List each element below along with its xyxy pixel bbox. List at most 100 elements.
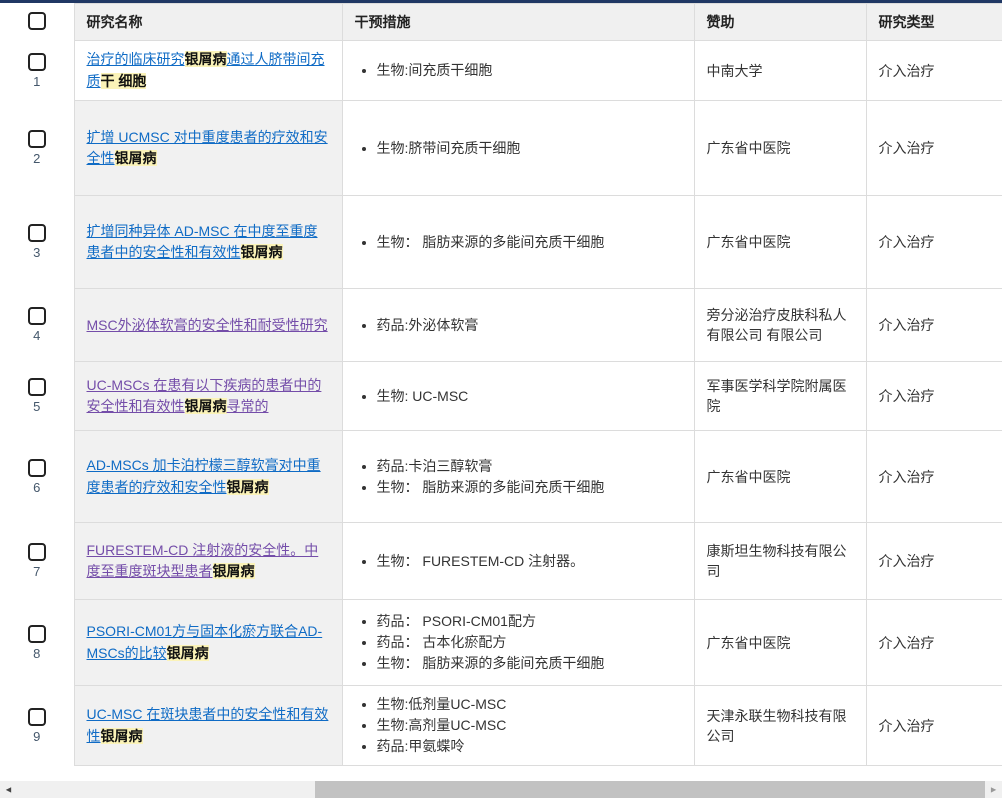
sponsor-cell: 康斯坦生物科技有限公司 <box>694 523 866 600</box>
intervention-list: 生物:脐带间充质干细胞 <box>355 138 682 159</box>
study-title-link[interactable]: 扩增同种异体 AD-MSC 在中度至重度患者中的安全性和有效性银屑病 <box>87 223 318 261</box>
table-row: 6AD-MSCs 加卡泊柠檬三醇软膏对中重度患者的疗效和安全性银屑病药品:卡泊三… <box>0 431 1002 523</box>
sponsor-cell: 天津永联生物科技有限公司 <box>694 686 866 766</box>
scrollbar-gap <box>0 766 1002 781</box>
title-text: 扩增同种异体 AD-MSC 在中度至重度患者中的安全性和有效性 <box>87 223 318 261</box>
study-title-link[interactable]: PSORI-CM01方与固本化瘀方联合AD-MSCs的比较银屑病 <box>87 623 323 661</box>
intervention-list: 生物： FURESTEM-CD 注射器。 <box>355 551 682 572</box>
search-term-highlight: 银屑病 <box>227 479 269 495</box>
row-checkbox[interactable] <box>28 224 46 242</box>
search-term-highlight: 银屑病 <box>241 244 283 260</box>
row-number: 8 <box>33 646 40 661</box>
intervention-item: 生物:脐带间充质干细胞 <box>377 138 682 159</box>
column-header-study-name: 研究名称 <box>74 4 342 41</box>
sponsor-cell: 广东省中医院 <box>694 600 866 686</box>
row-number: 6 <box>33 480 40 495</box>
table-body: 1治疗的临床研究银屑病通过人脐带间充质干 细胞生物:间充质干细胞中南大学介入治疗… <box>0 41 1002 766</box>
sponsor-cell: 广东省中医院 <box>694 196 866 289</box>
search-term-highlight: 银屑病 <box>101 728 143 744</box>
row-select-cell: 7 <box>0 523 74 600</box>
row-checkbox[interactable] <box>28 625 46 643</box>
sponsor-cell: 广东省中医院 <box>694 431 866 523</box>
study-title-link[interactable]: UC-MSC 在斑块患者中的安全性和有效性银屑病 <box>87 706 329 744</box>
column-header-interventions: 干预措施 <box>342 4 694 41</box>
intervention-list: 生物:间充质干细胞 <box>355 60 682 81</box>
study-name-cell: 治疗的临床研究银屑病通过人脐带间充质干 细胞 <box>74 41 342 101</box>
intervention-item: 药品： 古本化瘀配方 <box>377 632 682 653</box>
row-checkbox[interactable] <box>28 130 46 148</box>
study-type-cell: 介入治疗 <box>866 196 1002 289</box>
study-type-cell: 介入治疗 <box>866 600 1002 686</box>
table-row: 9 UC-MSC 在斑块患者中的安全性和有效性银屑病生物:低剂量UC-MSC生物:… <box>0 686 1002 766</box>
intervention-list: 药品： PSORI-CM01配方药品： 古本化瘀配方生物： 脂肪来源的多能间充质… <box>355 611 682 674</box>
scroll-left-arrow-icon[interactable]: ◄ <box>4 785 13 794</box>
intervention-list: 药品:外泌体软膏 <box>355 315 682 336</box>
study-name-cell: 扩增 UCMSC 对中重度患者的疗效和安全性银屑病 <box>74 101 342 196</box>
study-name-cell: 扩增同种异体 AD-MSC 在中度至重度患者中的安全性和有效性银屑病 <box>74 196 342 289</box>
row-checkbox[interactable] <box>28 459 46 477</box>
study-type-cell: 介入治疗 <box>866 523 1002 600</box>
intervention-list: 生物： 脂肪来源的多能间充质干细胞 <box>355 232 682 253</box>
sponsor-cell: 军事医学科学院附属医院 <box>694 362 866 431</box>
table-header: 研究名称 干预措施 赞助 研究类型 <box>0 4 1002 41</box>
row-select-cell: 9 <box>0 686 74 766</box>
table-row: 3 扩增同种异体 AD-MSC 在中度至重度患者中的安全性和有效性银屑病 生物： 脂… <box>0 196 1002 289</box>
row-number: 2 <box>33 151 40 166</box>
search-term-highlight: 银屑病 <box>213 563 255 579</box>
study-title-link[interactable]: UC-MSCs 在患有以下疾病的患者中的安全性和有效性银屑病寻常的 <box>87 377 322 415</box>
interventions-cell: 药品:卡泊三醇软膏生物： 脂肪来源的多能间充质干细胞 <box>342 431 694 523</box>
intervention-item: 药品:甲氨蝶呤 <box>377 736 682 757</box>
intervention-list: 药品:卡泊三醇软膏生物： 脂肪来源的多能间充质干细胞 <box>355 456 682 498</box>
interventions-cell: 生物： 脂肪来源的多能间充质干细胞 <box>342 196 694 289</box>
study-title-link[interactable]: FURESTEM-CD 注射液的安全性。中度至重度斑块型患者银屑病 <box>87 542 319 580</box>
row-checkbox[interactable] <box>28 53 46 71</box>
intervention-list: 生物: UC-MSC <box>355 386 682 407</box>
intervention-item: 生物: UC-MSC <box>377 386 682 407</box>
study-type-cell: 介入治疗 <box>866 101 1002 196</box>
search-term-highlight: 银屑病 <box>185 398 227 414</box>
study-title-link[interactable]: 扩增 UCMSC 对中重度患者的疗效和安全性银屑病 <box>87 129 328 167</box>
scrollbar-thumb[interactable] <box>315 781 985 798</box>
scroll-right-arrow-icon[interactable]: ► <box>989 785 998 794</box>
table-row: 8 PSORI-CM01方与固本化瘀方联合AD-MSCs的比较银屑病药品： PSO… <box>0 600 1002 686</box>
table-row: 4MSC外泌体软膏的安全性和耐受性研究药品:外泌体软膏旁分泌治疗皮肤科私人有限公… <box>0 289 1002 362</box>
title-text: FURESTEM-CD 注射液的安全性。中度至重度斑块型患者 <box>87 542 319 580</box>
search-term-highlight: 干 细胞 <box>101 73 147 89</box>
row-select-cell: 2 <box>0 101 74 196</box>
study-name-cell: AD-MSCs 加卡泊柠檬三醇软膏对中重度患者的疗效和安全性银屑病 <box>74 431 342 523</box>
interventions-cell: 药品： PSORI-CM01配方药品： 古本化瘀配方生物： 脂肪来源的多能间充质… <box>342 600 694 686</box>
table-row: 5UC-MSCs 在患有以下疾病的患者中的安全性和有效性银屑病寻常的生物: UC… <box>0 362 1002 431</box>
intervention-item: 生物:高剂量UC-MSC <box>377 715 682 736</box>
row-checkbox[interactable] <box>28 307 46 325</box>
row-select-cell: 6 <box>0 431 74 523</box>
study-title-link[interactable]: AD-MSCs 加卡泊柠檬三醇软膏对中重度患者的疗效和安全性银屑病 <box>87 457 321 495</box>
title-text: AD-MSCs 加卡泊柠檬三醇软膏对中重度患者的疗效和安全性 <box>87 457 321 495</box>
horizontal-scrollbar[interactable]: ◄ ► <box>0 781 1002 798</box>
study-title-link[interactable]: MSC外泌体软膏的安全性和耐受性研究 <box>87 317 328 333</box>
column-header-study-type: 研究类型 <box>866 4 1002 41</box>
row-select-cell: 4 <box>0 289 74 362</box>
search-term-highlight: 银屑病 <box>167 645 209 661</box>
interventions-cell: 药品:外泌体软膏 <box>342 289 694 362</box>
header-row: 研究名称 干预措施 赞助 研究类型 <box>0 4 1002 41</box>
intervention-list: 生物:低剂量UC-MSC生物:高剂量UC-MSC药品:甲氨蝶呤 <box>355 694 682 757</box>
row-checkbox[interactable] <box>28 543 46 561</box>
study-title-link[interactable]: 治疗的临床研究银屑病通过人脐带间充质干 细胞 <box>87 51 325 89</box>
study-type-cell: 介入治疗 <box>866 41 1002 101</box>
study-type-cell: 介入治疗 <box>866 362 1002 431</box>
sponsor-cell: 中南大学 <box>694 41 866 101</box>
study-name-cell: UC-MSCs 在患有以下疾病的患者中的安全性和有效性银屑病寻常的 <box>74 362 342 431</box>
study-type-cell: 介入治疗 <box>866 289 1002 362</box>
row-checkbox[interactable] <box>28 378 46 396</box>
row-select-cell: 3 <box>0 196 74 289</box>
select-all-checkbox[interactable] <box>28 12 46 30</box>
sponsor-cell: 广东省中医院 <box>694 101 866 196</box>
interventions-cell: 生物: UC-MSC <box>342 362 694 431</box>
study-type-cell: 介入治疗 <box>866 431 1002 523</box>
title-text: 寻常的 <box>227 398 269 414</box>
interventions-cell: 生物:低剂量UC-MSC生物:高剂量UC-MSC药品:甲氨蝶呤 <box>342 686 694 766</box>
row-checkbox[interactable] <box>28 708 46 726</box>
study-name-cell: FURESTEM-CD 注射液的安全性。中度至重度斑块型患者银屑病 <box>74 523 342 600</box>
intervention-item: 生物： 脂肪来源的多能间充质干细胞 <box>377 653 682 674</box>
table-row: 7 FURESTEM-CD 注射液的安全性。中度至重度斑块型患者银屑病 生物： FU… <box>0 523 1002 600</box>
